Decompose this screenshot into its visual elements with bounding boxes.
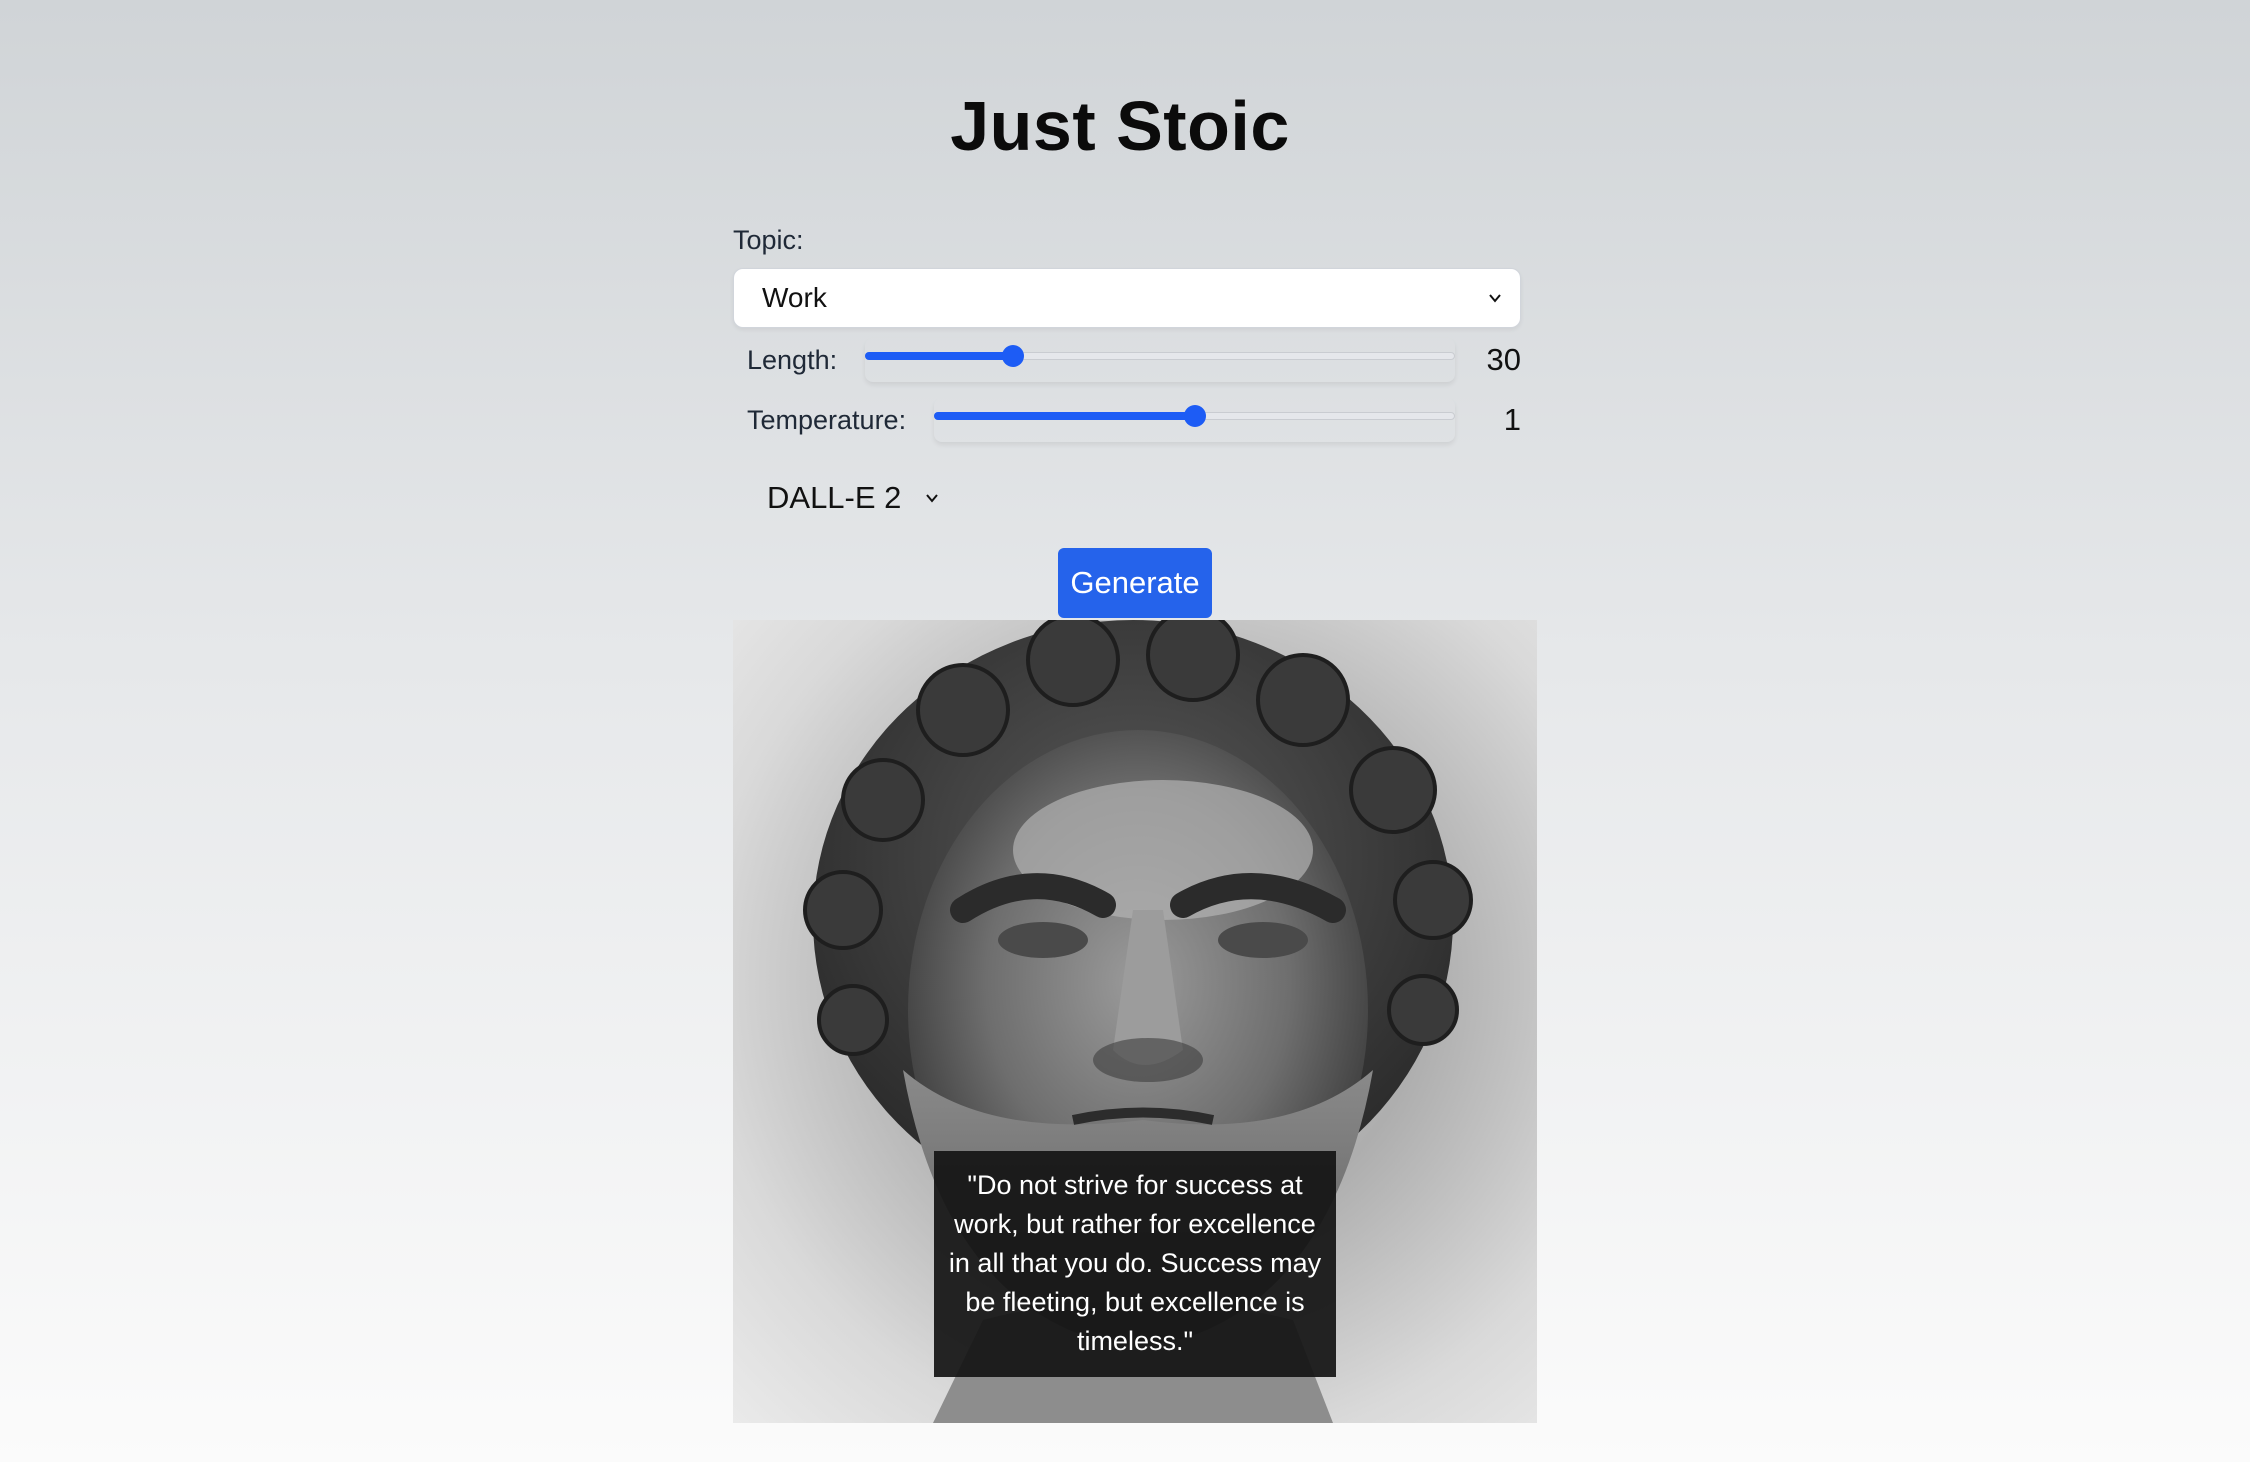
temperature-row: Temperature: 1 xyxy=(747,398,1521,442)
model-select[interactable]: DALL-E 2 xyxy=(767,480,941,516)
temperature-label: Temperature: xyxy=(747,404,907,435)
length-slider[interactable] xyxy=(865,338,1455,382)
temperature-slider-thumb[interactable] xyxy=(1183,405,1206,427)
generator-form: Topic: Work Length: 30 Temperature: 1 DA… xyxy=(733,225,1521,515)
generated-image: "Do not strive for success at work, but … xyxy=(733,620,1537,1423)
quote-caption: "Do not strive for success at work, but … xyxy=(934,1151,1336,1377)
temperature-value: 1 xyxy=(1503,402,1521,437)
length-value: 30 xyxy=(1486,342,1521,377)
model-select-value: DALL-E 2 xyxy=(767,480,902,515)
topic-label: Topic: xyxy=(733,225,804,255)
temperature-slider[interactable] xyxy=(934,398,1455,442)
length-slider-thumb[interactable] xyxy=(1001,345,1024,367)
temperature-slider-fill xyxy=(934,412,1195,420)
topic-select[interactable]: Work xyxy=(733,268,1521,328)
length-label: Length: xyxy=(747,344,838,375)
length-slider-fill xyxy=(865,352,1013,360)
topic-select-value: Work xyxy=(762,282,827,313)
length-row: Length: 30 xyxy=(747,338,1521,382)
page-title: Just Stoic xyxy=(950,87,1290,165)
chevron-down-icon xyxy=(1489,294,1501,303)
generate-button[interactable]: Generate xyxy=(1058,548,1212,618)
chevron-down-icon xyxy=(926,494,939,503)
